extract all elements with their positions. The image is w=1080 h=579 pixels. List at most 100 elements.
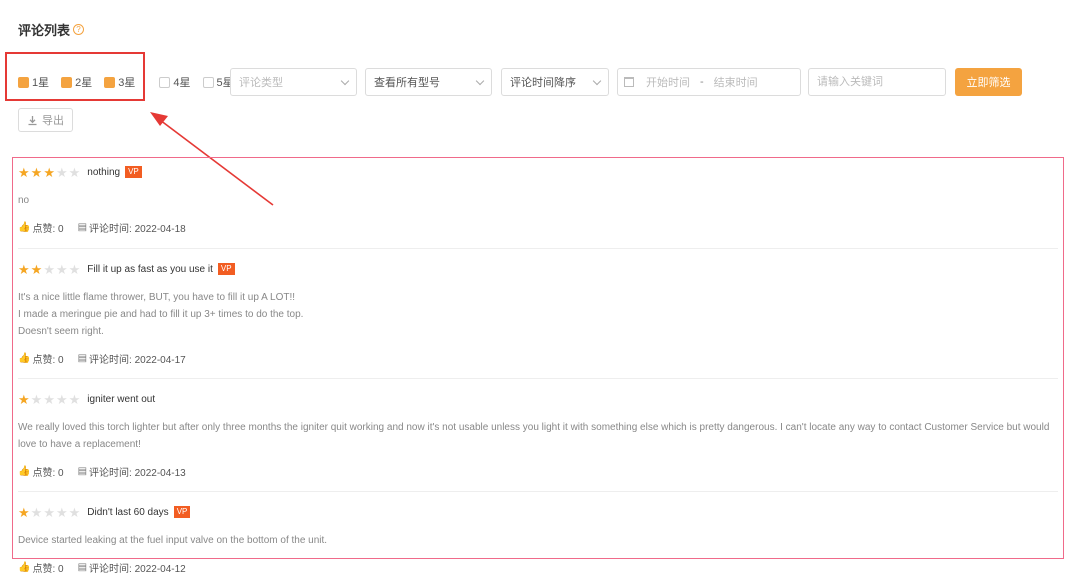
start-date-input[interactable]: 开始时间 <box>646 74 690 90</box>
thumbs-up-icon: 👍 <box>18 561 31 573</box>
review-header: ★ ★ ★ ★ ★ Fill it up as fast as you use it V… <box>18 262 1058 276</box>
export-label: 导出 <box>42 115 64 127</box>
review-body-line: It's a nice little flame thrower, BUT, y… <box>18 292 296 303</box>
page-title: 评论列表 ? <box>18 20 85 39</box>
date-range-picker[interactable]: 开始时间 - 结束时间 <box>617 68 801 96</box>
time-label: 评论时间: 2022-04-17 <box>89 354 186 366</box>
review-body-line: no <box>18 195 30 206</box>
chevron-down-icon <box>592 76 602 85</box>
page-title-text: 评论列表 <box>18 23 71 38</box>
chevron-down-icon <box>340 76 350 85</box>
star-icon: ★ <box>68 164 81 180</box>
model-select[interactable]: 查看所有型号 <box>365 68 492 96</box>
review-time: ▤ 评论时间: 2022-04-18 <box>78 220 186 235</box>
thumbs-up-icon: 👍 <box>18 221 31 233</box>
review-title: igniter went out <box>87 393 156 405</box>
calendar-icon: ▤ <box>77 221 88 233</box>
review-body: It's a nice little flame thrower, BUT, y… <box>18 289 1058 340</box>
star-filter-4[interactable]: 4星 <box>159 68 191 96</box>
keyword-input[interactable] <box>808 68 946 96</box>
like-count[interactable]: 👍 点赞: 0 <box>18 464 64 479</box>
chevron-down-icon <box>475 76 485 85</box>
review-meta: 👍 点赞: 0 ▤ 评论时间: 2022-04-17 <box>18 351 1058 366</box>
review-type-select[interactable]: 评论类型 <box>230 68 357 96</box>
review-title: Didn't last 60 days <box>87 506 169 518</box>
review-divider <box>18 378 1058 379</box>
star-icon: ★ <box>43 261 55 277</box>
review-body-line: I made a meringue pie and had to fill it… <box>18 309 304 320</box>
sort-select[interactable]: 评论时间降序 <box>501 68 609 96</box>
review-time: ▤ 评论时间: 2022-04-12 <box>78 560 186 575</box>
star-icon: ★ <box>68 261 81 277</box>
review-body-line: We really loved this torch lighter but a… <box>18 422 1050 450</box>
time-label: 评论时间: 2022-04-13 <box>89 467 186 479</box>
star-icon: ★ <box>68 504 81 520</box>
end-date-input[interactable]: 结束时间 <box>714 74 758 90</box>
review-title: nothing <box>87 166 121 178</box>
star-filter-label: 4星 <box>173 77 191 89</box>
time-label: 评论时间: 2022-04-18 <box>89 223 186 235</box>
review-body-line: Device started leaking at the fuel input… <box>18 535 328 546</box>
star-icon: ★ <box>30 504 43 520</box>
review-divider <box>18 491 1058 492</box>
star-icon: ★ <box>43 391 55 407</box>
review-header: ★ ★ ★ ★ ★ igniter went out <box>18 392 1058 406</box>
checkbox-4-star[interactable] <box>159 76 171 88</box>
star-icon: ★ <box>55 391 68 407</box>
calendar-icon: ▤ <box>77 561 88 573</box>
calendar-icon <box>624 77 634 87</box>
time-label: 评论时间: 2022-04-12 <box>89 563 186 575</box>
like-label: 点赞: 0 <box>32 223 64 235</box>
export-button[interactable]: 导出 <box>18 108 73 132</box>
sort-value: 评论时间降序 <box>510 77 576 89</box>
review-item: ★ ★ ★ ★ ★ nothing VP no 👍 点赞: 0 ▤ 评论时间: 2022-0… <box>18 165 1058 235</box>
star-icon: ★ <box>43 164 55 180</box>
vp-badge: VP <box>217 263 235 275</box>
star-rating: ★ ★ ★ ★ ★ <box>18 506 81 519</box>
thumbs-up-icon: 👍 <box>18 465 31 477</box>
download-icon <box>28 115 37 125</box>
review-header: ★ ★ ★ ★ ★ nothing VP <box>18 165 1058 179</box>
review-item: ★ ★ ★ ★ ★ igniter went out We really loved t… <box>18 392 1058 479</box>
thumbs-up-icon: 👍 <box>18 352 31 364</box>
star-icon: ★ <box>68 391 81 407</box>
vp-badge: VP <box>125 166 142 178</box>
review-body: We really loved this torch lighter but a… <box>18 419 1058 453</box>
range-separator: - <box>700 76 704 88</box>
like-label: 点赞: 0 <box>32 467 64 479</box>
review-meta: 👍 点赞: 0 ▤ 评论时间: 2022-04-13 <box>18 464 1058 479</box>
checkbox-5-star[interactable] <box>202 76 214 88</box>
star-icon: ★ <box>18 504 30 520</box>
like-label: 点赞: 0 <box>32 354 64 366</box>
star-icon: ★ <box>55 164 68 180</box>
star-icon: ★ <box>30 261 43 277</box>
star-icon: ★ <box>18 261 30 277</box>
review-header: ★ ★ ★ ★ ★ Didn't last 60 days VP <box>18 505 1058 519</box>
star-filter-5[interactable]: 5星 <box>202 68 234 96</box>
like-count[interactable]: 👍 点赞: 0 <box>18 351 64 366</box>
review-body: Device started leaking at the fuel input… <box>18 532 1058 549</box>
review-time: ▤ 评论时间: 2022-04-13 <box>78 464 186 479</box>
like-count[interactable]: 👍 点赞: 0 <box>18 560 64 575</box>
vp-badge: VP <box>173 506 191 518</box>
review-type-value: 评论类型 <box>239 77 283 89</box>
filter-submit-button[interactable]: 立即筛选 <box>955 68 1022 96</box>
star-rating: ★ ★ ★ ★ ★ <box>18 166 81 179</box>
calendar-icon: ▤ <box>77 465 88 477</box>
star-icon: ★ <box>43 504 55 520</box>
calendar-icon: ▤ <box>77 352 88 364</box>
review-divider <box>18 248 1058 249</box>
help-icon[interactable]: ? <box>73 24 85 35</box>
review-meta: 👍 点赞: 0 ▤ 评论时间: 2022-04-12 <box>18 560 1058 575</box>
star-icon: ★ <box>30 164 43 180</box>
star-rating: ★ ★ ★ ★ ★ <box>18 393 81 406</box>
review-body-line: Doesn't seem right. <box>18 326 104 337</box>
review-body: no <box>18 192 1058 209</box>
star-icon: ★ <box>55 261 68 277</box>
star-icon: ★ <box>18 164 30 180</box>
review-item: ★ ★ ★ ★ ★ Didn't last 60 days VP Device star… <box>18 505 1058 575</box>
like-count[interactable]: 👍 点赞: 0 <box>18 220 64 235</box>
review-item: ★ ★ ★ ★ ★ Fill it up as fast as you use it V… <box>18 262 1058 366</box>
review-meta: 👍 点赞: 0 ▤ 评论时间: 2022-04-18 <box>18 220 1058 235</box>
star-rating: ★ ★ ★ ★ ★ <box>18 263 81 276</box>
